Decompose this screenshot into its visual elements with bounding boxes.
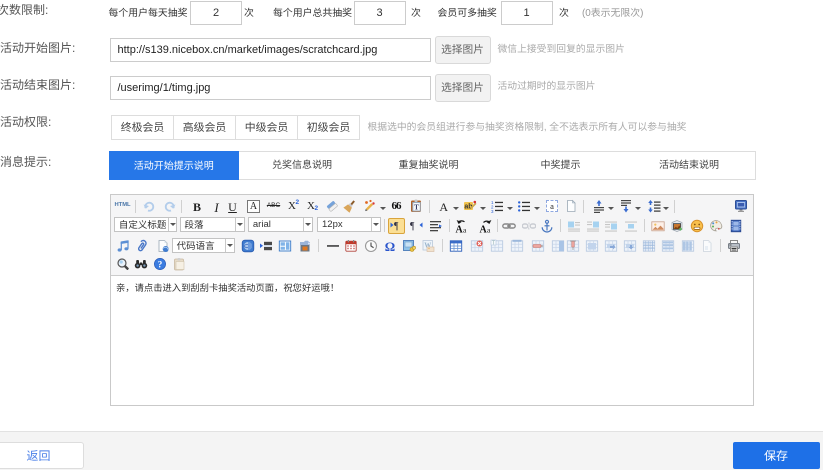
- svg-text:¶: ¶: [394, 221, 399, 232]
- svg-text:T: T: [492, 239, 495, 246]
- svg-text:3: 3: [491, 209, 494, 213]
- svg-text:¶: ¶: [410, 221, 415, 232]
- svg-text:?: ?: [158, 260, 163, 270]
- svg-text:T: T: [415, 204, 420, 212]
- svg-text:a: a: [463, 225, 467, 233]
- svg-text:a: a: [487, 225, 491, 233]
